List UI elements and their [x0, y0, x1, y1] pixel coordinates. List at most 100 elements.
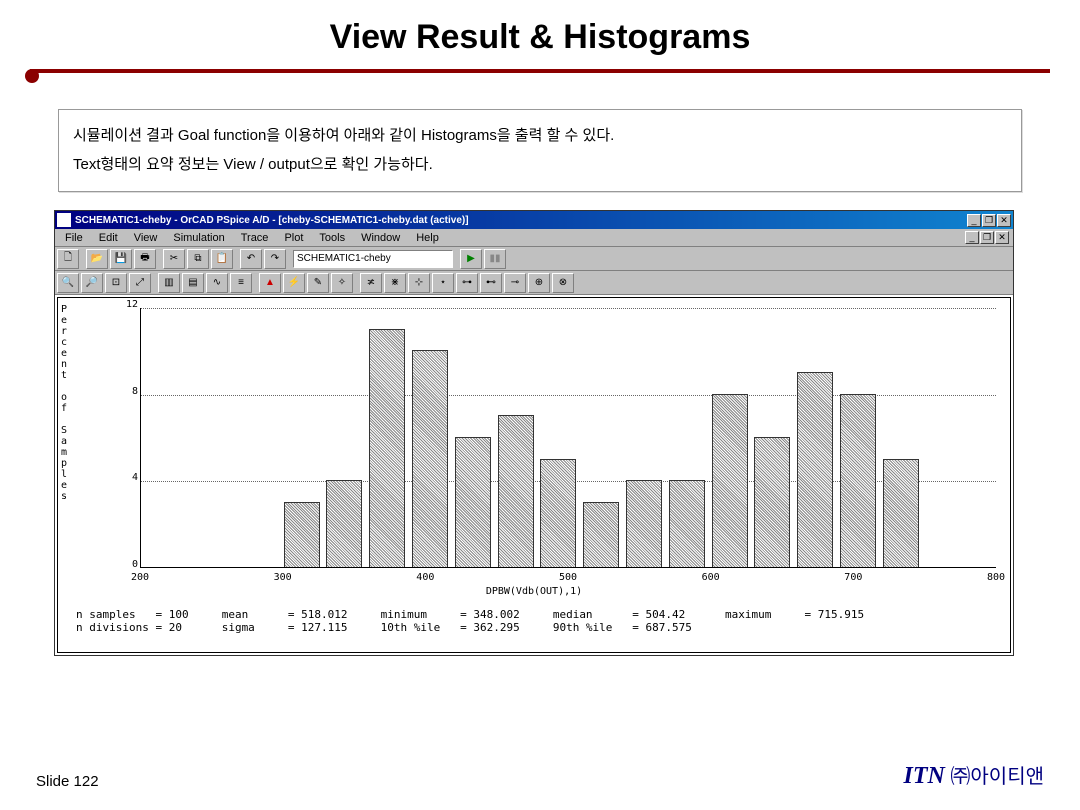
app-icon — [57, 213, 71, 227]
cursor-8-icon[interactable]: ⊕ — [528, 273, 550, 293]
cursor-7-icon[interactable]: ⊸ — [504, 273, 526, 293]
fft-icon[interactable]: ∿ — [206, 273, 228, 293]
log-y-icon[interactable]: ▤ — [182, 273, 204, 293]
footer-brand: ITN ㈜아이티앤 — [903, 760, 1044, 790]
pause-icon[interactable]: ▮▮ — [484, 249, 506, 269]
plot-panel: PercentofSamples 0 4 8 12 200 300 400 500 600 70… — [55, 295, 1013, 655]
slide-number: Slide 122 — [36, 773, 99, 790]
histogram-bar — [455, 437, 491, 567]
menu-window[interactable]: Window — [355, 231, 406, 245]
titlebar: SCHEMATIC1-cheby - OrCAD PSpice A/D - [c… — [55, 211, 1013, 229]
toolbar-row-1: 🗋 📂 💾 🖶 ✂ ⧉ 📋 ↶ ↷ SCHEMATIC1-cheby ▶ ▮▮ — [55, 247, 1013, 271]
print-icon[interactable]: 🖶 — [134, 249, 156, 269]
run-icon[interactable]: ▶ — [460, 249, 482, 269]
title-underline — [30, 69, 1050, 73]
cut-icon[interactable]: ✂ — [163, 249, 185, 269]
zoom-fit-icon[interactable]: ⤢ — [129, 273, 151, 293]
y-ticks: 04812 — [120, 304, 138, 568]
doc-restore-button[interactable]: ❐ — [980, 231, 994, 244]
histogram-bar — [326, 480, 362, 567]
bullet-dot — [25, 69, 39, 83]
marker-icon[interactable]: ✧ — [331, 273, 353, 293]
zoom-area-icon[interactable]: ⊡ — [105, 273, 127, 293]
histogram-bar — [583, 502, 619, 567]
y-tick: 8 — [132, 386, 138, 397]
histogram-bar — [498, 415, 534, 567]
histogram-chart — [140, 308, 996, 568]
menubar: File Edit View Simulation Trace Plot Too… — [55, 229, 1013, 247]
x-ticks: 200300400500600700800 — [140, 572, 996, 586]
y-axis-label: PercentofSamples — [61, 304, 67, 502]
cursor-1-icon[interactable]: ≭ — [360, 273, 382, 293]
open-icon[interactable]: 📂 — [86, 249, 108, 269]
undo-icon[interactable]: ↶ — [240, 249, 262, 269]
window-buttons: _ ❐ ✕ — [967, 214, 1011, 227]
pspice-window: SCHEMATIC1-cheby - OrCAD PSpice A/D - [c… — [54, 210, 1014, 656]
paste-icon[interactable]: 📋 — [211, 249, 233, 269]
plot-inner: PercentofSamples 0 4 8 12 200 300 400 500 600 70… — [57, 297, 1011, 653]
slide-title: View Result & Histograms — [0, 0, 1080, 69]
menu-view[interactable]: View — [128, 231, 164, 245]
x-tick: 800 — [987, 572, 1005, 583]
info-line-2: Text형태의 요약 정보는 View / output으로 확인 가능하다. — [73, 151, 1007, 180]
histogram-bar — [712, 394, 748, 567]
slide-footer: Slide 122 ITN ㈜아이티앤 — [36, 760, 1044, 790]
histogram-bar — [669, 480, 705, 567]
info-line-1: 시뮬레이션 결과 Goal function을 이용하여 아래와 같이 Hist… — [73, 122, 1007, 151]
schematic-combo[interactable]: SCHEMATIC1-cheby — [293, 250, 453, 268]
doc-minimize-button[interactable]: _ — [965, 231, 979, 244]
stats-summary: n samples = 100 mean = 518.012 minimum =… — [76, 608, 996, 634]
minimize-button[interactable]: _ — [967, 214, 981, 227]
zoom-in-icon[interactable]: 🔍 — [57, 273, 79, 293]
log-x-icon[interactable]: ▥ — [158, 273, 180, 293]
cursor-5-icon[interactable]: ⊶ — [456, 273, 478, 293]
histogram-bar — [840, 394, 876, 567]
titlebar-text: SCHEMATIC1-cheby - OrCAD PSpice A/D - [c… — [75, 215, 967, 226]
doc-close-button[interactable]: ✕ — [995, 231, 1009, 244]
trace-add-icon[interactable]: ▲ — [259, 273, 281, 293]
histogram-bar — [626, 480, 662, 567]
x-axis-label: DPBW(Vdb(OUT),1) — [58, 586, 1010, 597]
cursor-6-icon[interactable]: ⊷ — [480, 273, 502, 293]
menu-help[interactable]: Help — [410, 231, 445, 245]
menu-plot[interactable]: Plot — [278, 231, 309, 245]
histogram-bar — [797, 372, 833, 567]
y-tick: 4 — [132, 472, 138, 483]
x-tick: 200 — [131, 572, 149, 583]
cursor-3-icon[interactable]: ⊹ — [408, 273, 430, 293]
eval-icon[interactable]: ⚡ — [283, 273, 305, 293]
cursor-2-icon[interactable]: ⋇ — [384, 273, 406, 293]
text-icon[interactable]: ✎ — [307, 273, 329, 293]
histogram-bar — [540, 459, 576, 567]
perf-icon[interactable]: ≡ — [230, 273, 252, 293]
x-tick: 300 — [274, 572, 292, 583]
y-tick: 12 — [126, 299, 138, 310]
cursor-9-icon[interactable]: ⊗ — [552, 273, 574, 293]
toolbar-row-2: 🔍 🔎 ⊡ ⤢ ▥ ▤ ∿ ≡ ▲ ⚡ ✎ ✧ ≭ ⋇ ⊹ ⋆ ⊶ ⊷ ⊸ ⊕ … — [55, 271, 1013, 295]
save-icon[interactable]: 💾 — [110, 249, 132, 269]
new-icon[interactable]: 🗋 — [57, 249, 79, 269]
histogram-bar — [883, 459, 919, 567]
menu-edit[interactable]: Edit — [93, 231, 124, 245]
histogram-bar — [369, 329, 405, 567]
histogram-bar — [754, 437, 790, 567]
close-button[interactable]: ✕ — [997, 214, 1011, 227]
menu-trace[interactable]: Trace — [235, 231, 275, 245]
x-tick: 600 — [702, 572, 720, 583]
copy-icon[interactable]: ⧉ — [187, 249, 209, 269]
info-box: 시뮬레이션 결과 Goal function을 이용하여 아래와 같이 Hist… — [58, 109, 1022, 192]
maximize-button[interactable]: ❐ — [982, 214, 996, 227]
doc-window-buttons: _ ❐ ✕ — [965, 231, 1009, 244]
menu-simulation[interactable]: Simulation — [167, 231, 230, 245]
histogram-bar — [412, 350, 448, 567]
x-tick: 400 — [416, 572, 434, 583]
menu-file[interactable]: File — [59, 231, 89, 245]
y-tick: 0 — [132, 559, 138, 570]
menu-tools[interactable]: Tools — [313, 231, 351, 245]
cursor-4-icon[interactable]: ⋆ — [432, 273, 454, 293]
redo-icon[interactable]: ↷ — [264, 249, 286, 269]
zoom-out-icon[interactable]: 🔎 — [81, 273, 103, 293]
histogram-bar — [284, 502, 320, 567]
x-tick: 700 — [844, 572, 862, 583]
x-tick: 500 — [559, 572, 577, 583]
